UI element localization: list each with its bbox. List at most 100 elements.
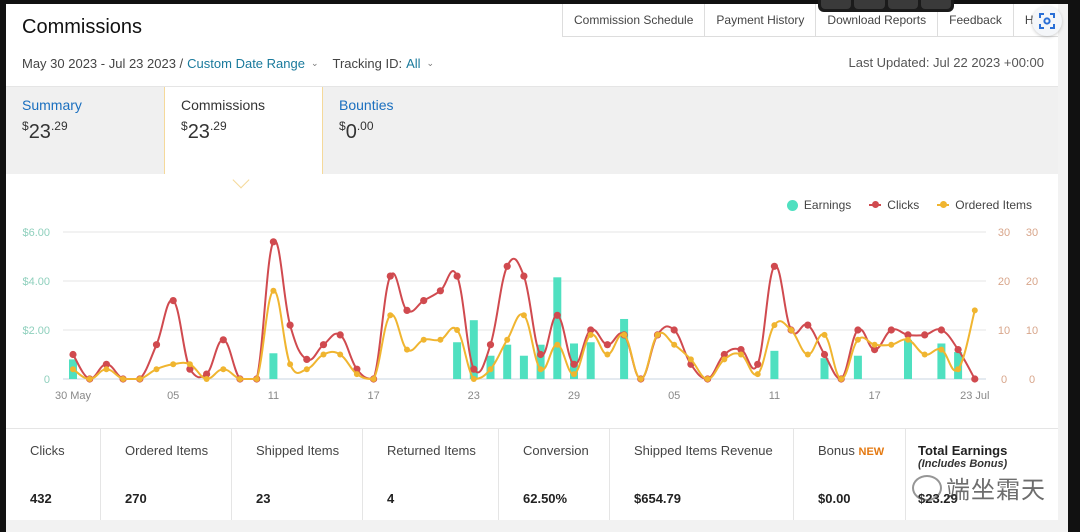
x-tick-label: 23 Jul (960, 390, 989, 402)
ordered-items-point (186, 361, 193, 368)
clicks-point (887, 326, 895, 334)
ordered-items-point (70, 366, 76, 373)
ordered-items-point (637, 376, 644, 382)
ordered-items-point (771, 322, 778, 329)
stat-subtitle: (Includes Bonus) (918, 458, 1008, 470)
tab-commissions[interactable]: Commissions $23.29 (164, 87, 323, 179)
tab-summary[interactable]: Summary $23.29 (6, 87, 164, 175)
clicks-point (954, 346, 962, 354)
clicks-point (570, 360, 578, 368)
y-right-tick-label: 20 (998, 276, 1010, 288)
y-right-tick-label: 0 (1001, 374, 1007, 386)
ordered-items-point (604, 351, 611, 358)
stat-ordered-items: Ordered Items 270 (101, 429, 232, 520)
earnings-bar (904, 339, 912, 379)
keyboard-overlay (818, 0, 954, 12)
clicks-point (286, 321, 294, 329)
ordered-items-point (704, 376, 711, 382)
new-badge: NEW (858, 446, 885, 458)
date-range-text: May 30 2023 - Jul 23 2023 / (22, 56, 184, 71)
ordered-items-point (153, 366, 160, 373)
clicks-point (219, 336, 227, 344)
tracking-id-dropdown[interactable]: All (406, 56, 420, 71)
nav-payment-history[interactable]: Payment History (705, 4, 817, 36)
clicks-point (303, 355, 311, 363)
ordered-items-point (838, 376, 845, 382)
ordered-items-point (587, 331, 594, 338)
x-tick-label: 11 (268, 390, 279, 402)
clicks-point (319, 341, 328, 349)
scrollbar-track[interactable] (1058, 4, 1068, 532)
earnings-bar (853, 355, 862, 379)
clicks-point (770, 262, 779, 270)
ordered-items-point (788, 327, 795, 333)
watermark: 端坐霜天 (912, 470, 1046, 505)
x-tick-label: 30 May (55, 390, 92, 402)
earnings-bar (269, 353, 278, 379)
tab-bounties[interactable]: Bounties $0.00 (323, 87, 483, 175)
nav-commission-schedule[interactable]: Commission Schedule (563, 4, 706, 36)
stat-shipped-revenue: Shipped Items Revenue $654.79 (610, 429, 794, 520)
clicks-point (603, 341, 612, 349)
stat-bonus: Bonus NEW $0.00 (794, 429, 906, 520)
clicks-point (804, 321, 812, 329)
x-tick-label: 05 (167, 390, 179, 402)
custom-date-range-dropdown[interactable]: Custom Date Range (187, 56, 305, 71)
screenshot-scan-icon[interactable] (1032, 6, 1062, 36)
clicks-point (754, 360, 762, 368)
clicks-point (269, 238, 277, 246)
y-right-tick-label: 10 (1026, 325, 1038, 337)
clicks-point (69, 350, 77, 359)
ordered-items-point (404, 346, 410, 353)
y-right-tick-label: 10 (998, 325, 1010, 337)
y-left-tick-label: 0 (44, 374, 50, 386)
x-tick-label: 17 (367, 390, 379, 402)
tab-amount: $23.29 (181, 119, 227, 143)
stat-returned-items: Returned Items 4 (363, 429, 499, 520)
ordered-items-point (270, 287, 277, 294)
ordered-items-point (370, 376, 377, 382)
earnings-bar (553, 277, 562, 379)
tab-label: Bounties (339, 97, 394, 113)
clicks-point (420, 297, 428, 305)
stat-conversion: Conversion 62.50% (499, 429, 610, 520)
clicks-point (537, 350, 545, 359)
filter-bar: May 30 2023 - Jul 23 2023 / Custom Date … (22, 56, 448, 71)
commissions-page: Commissions Commission Schedule Payment … (6, 4, 1068, 532)
earnings-bar (586, 342, 595, 379)
ordered-items-point (120, 376, 127, 382)
tab-label: Summary (22, 97, 82, 113)
clicks-point (152, 341, 161, 349)
ordered-items-point (86, 376, 93, 382)
stat-value: $0.00 (818, 491, 851, 506)
ordered-items-point (654, 331, 661, 338)
ordered-items-point (621, 331, 628, 338)
ordered-items-point (203, 376, 210, 382)
clicks-point (403, 306, 411, 314)
y-right-tick-label: 30 (998, 227, 1010, 239)
x-tick-label: 23 (468, 390, 480, 402)
x-tick-label: 11 (769, 390, 780, 402)
ordered-items-point (220, 366, 227, 373)
x-tick-label: 17 (868, 390, 880, 402)
stat-value: $654.79 (634, 491, 681, 506)
x-tick-label: 05 (668, 390, 680, 402)
ordered-items-point (170, 361, 177, 368)
ordered-items-point (537, 366, 544, 373)
tab-label: Commissions (181, 97, 266, 113)
y-left-tick-label: $4.00 (22, 276, 50, 288)
chevron-down-icon: ⌄ (310, 58, 319, 68)
ordered-items-point (504, 336, 511, 343)
ordered-items-point (420, 336, 427, 343)
ordered-items-point (738, 351, 744, 358)
stat-value: 4 (387, 491, 395, 506)
ordered-items-point (721, 356, 728, 363)
chevron-down-icon: ⌄ (426, 58, 435, 68)
ordered-items-point (905, 336, 911, 343)
ordered-items-point (237, 376, 243, 382)
tab-amount: $23.29 (22, 119, 68, 143)
y-right-tick-label: 0 (1029, 374, 1035, 386)
ordered-items-point (687, 356, 694, 363)
x-tick-label: 29 (568, 390, 580, 402)
top-nav: Commission Schedule Payment History Down… (562, 4, 1062, 37)
